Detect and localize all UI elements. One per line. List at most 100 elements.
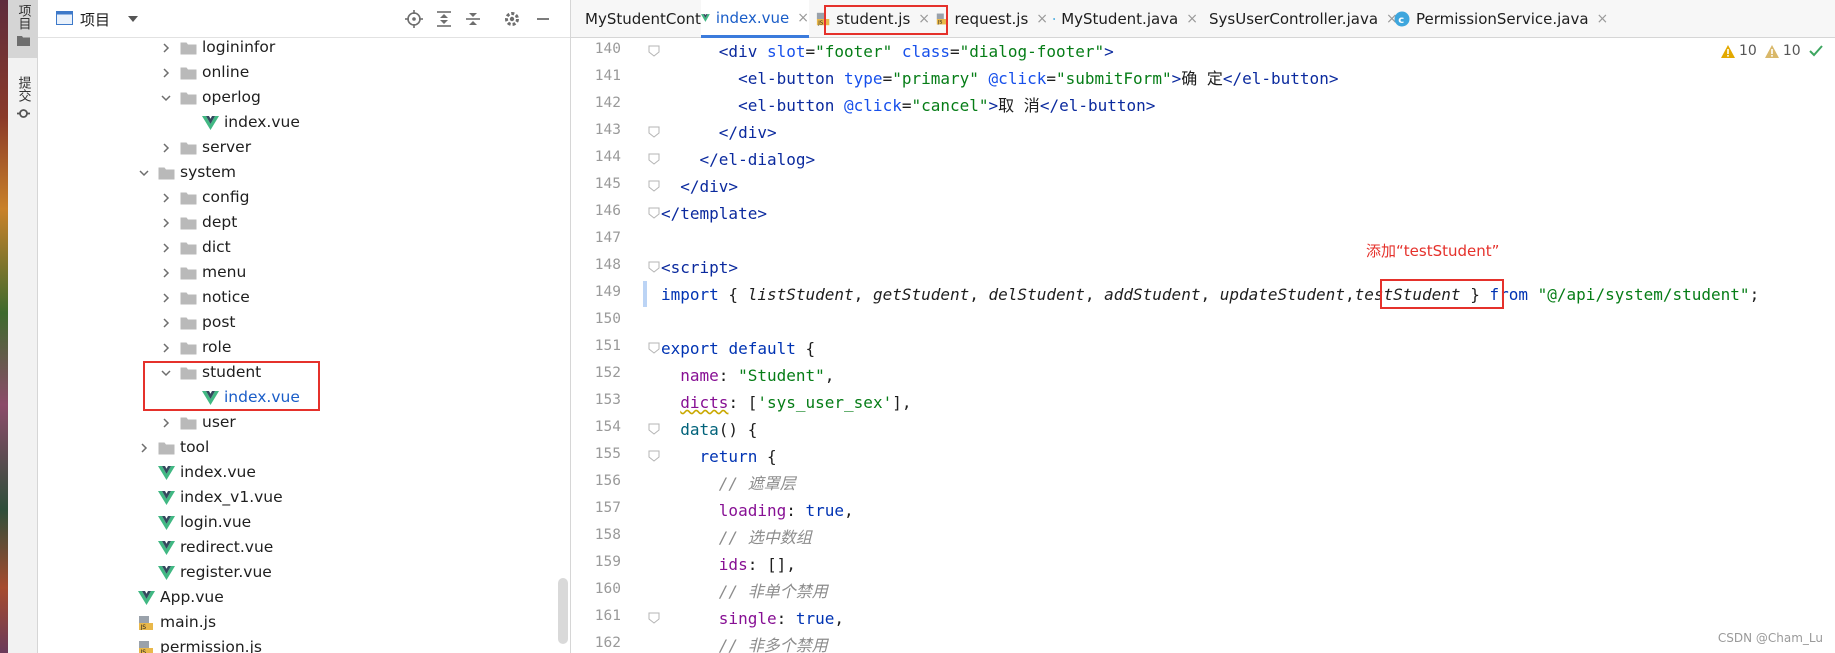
tree-item-label: operlog (202, 88, 261, 106)
folder-icon (180, 217, 197, 230)
line-number: 160 (594, 581, 621, 597)
line-number: 140 (594, 41, 621, 57)
code-line-160: // 非单个禁用 (718, 582, 828, 601)
tree-item[interactable]: config (38, 186, 558, 210)
chevron-right-icon[interactable] (160, 317, 172, 329)
tree-item[interactable]: register.vue (38, 561, 558, 585)
tree-item[interactable]: login.vue (38, 511, 558, 535)
locate-file-button[interactable] (403, 8, 425, 30)
tree-item[interactable]: online (38, 61, 558, 85)
chevron-down-icon[interactable] (138, 167, 150, 179)
tree-item[interactable]: server (38, 136, 558, 160)
code-area[interactable]: <div slot="footer" class="dialog-footer"… (661, 38, 1831, 653)
tree-item[interactable]: dict (38, 236, 558, 260)
fold-marker-icon[interactable] (648, 450, 660, 462)
chevron-down-icon[interactable] (127, 14, 139, 24)
js-file-icon: JS (139, 616, 153, 630)
tree-item-label: logininfor (202, 38, 276, 56)
editor-tab-label: request.js (954, 10, 1029, 28)
editor-tab[interactable]: cSysUserController.java× (1203, 0, 1398, 38)
hide-panel-button[interactable] (532, 8, 554, 30)
close-icon[interactable]: × (1597, 11, 1609, 27)
code-line-142: <el-button @click="cancel">取 消</el-butto… (738, 96, 1156, 115)
chevron-right-icon[interactable] (160, 192, 172, 204)
fold-marker-icon[interactable] (648, 153, 660, 165)
fold-marker-icon[interactable] (648, 612, 660, 624)
folder-icon (180, 142, 197, 155)
chevron-right-icon[interactable] (160, 217, 172, 229)
tree-item[interactable]: system (38, 161, 558, 185)
tree-scrollbar[interactable] (558, 578, 568, 644)
chevron-right-icon[interactable] (160, 292, 172, 304)
chevron-down-icon[interactable] (160, 92, 172, 104)
tree-item[interactable]: index.vue (38, 461, 558, 485)
tree-item[interactable]: notice (38, 286, 558, 310)
folder-icon (180, 92, 197, 105)
fold-marker-icon[interactable] (648, 423, 660, 435)
tree-item[interactable]: redirect.vue (38, 536, 558, 560)
chevron-right-icon[interactable] (160, 42, 172, 54)
fold-marker-icon[interactable] (648, 342, 660, 354)
code-line-140: <div slot="footer" class="dialog-footer"… (718, 42, 1114, 61)
chevron-right-icon[interactable] (160, 267, 172, 279)
line-number: 141 (594, 68, 621, 84)
tree-item[interactable]: JS permission.js (38, 636, 558, 653)
code-line-141: <el-button type="primary" @click="submit… (738, 69, 1339, 88)
fold-marker-icon[interactable] (648, 126, 660, 138)
tree-item[interactable]: logininfor (38, 36, 558, 60)
chevron-right-icon[interactable] (138, 442, 150, 454)
folder-icon (158, 167, 175, 180)
editor-tab[interactable]: JS request.js × (936, 0, 1048, 38)
tree-item-label: post (202, 313, 236, 331)
project-panel-header: 项目 (38, 0, 570, 38)
tree-item[interactable]: dept (38, 211, 558, 235)
close-icon[interactable]: × (1036, 11, 1048, 27)
line-number: 152 (594, 365, 621, 381)
chevron-right-icon[interactable] (160, 242, 172, 254)
editor-tab[interactable]: c MyStudent.java × (1053, 0, 1198, 38)
panel-settings-button[interactable] (501, 8, 523, 30)
chevron-right-icon[interactable] (160, 342, 172, 354)
line-number: 150 (594, 311, 621, 327)
tree-item[interactable]: operlog (38, 86, 558, 110)
chevron-right-icon[interactable] (160, 417, 172, 429)
tree-item[interactable]: index_v1.vue (38, 486, 558, 510)
tree-item[interactable]: role (38, 336, 558, 360)
fold-marker-icon[interactable] (648, 261, 660, 273)
tree-item[interactable]: tool (38, 436, 558, 460)
tree-item-label: index.vue (224, 113, 300, 131)
chevron-right-icon[interactable] (160, 142, 172, 154)
check-icon (1808, 45, 1823, 57)
code-line-151: export default { (661, 339, 816, 358)
editor-tab[interactable]: index.vue × (701, 0, 809, 38)
fold-marker-icon[interactable] (648, 180, 660, 192)
collapse-all-icon (466, 13, 480, 25)
code-line-161: single: true, (718, 609, 845, 628)
expand-all-icon (437, 11, 451, 27)
code-line-148: <script> (661, 258, 739, 277)
tree-item[interactable]: JS main.js (38, 611, 558, 635)
tree-item[interactable]: menu (38, 261, 558, 285)
svg-text:JS: JS (140, 624, 147, 630)
tree-item[interactable]: post (38, 311, 558, 335)
fold-marker-icon[interactable] (648, 207, 660, 219)
fold-marker-icon[interactable] (648, 45, 660, 57)
inspection-widget[interactable]: 10 10 (1721, 43, 1827, 59)
close-icon[interactable]: × (1186, 11, 1198, 27)
line-number: 154 (594, 419, 621, 435)
expand-all-button[interactable] (433, 8, 455, 30)
collapse-all-button[interactable] (462, 8, 484, 30)
line-number: 162 (594, 635, 621, 651)
project-tool-tab[interactable]: 项目 (8, 0, 38, 58)
chevron-right-icon[interactable] (160, 67, 172, 79)
close-icon[interactable]: × (797, 10, 809, 26)
folder-icon (16, 36, 30, 46)
editor-tab[interactable]: c PermissionService.java × (1394, 0, 1622, 38)
folder-icon (180, 342, 197, 355)
code-line-154: data() { (680, 420, 758, 439)
tree-item[interactable]: App.vue (38, 586, 558, 610)
tree-item[interactable]: user (38, 411, 558, 435)
tree-item[interactable]: index.vue (38, 111, 558, 135)
commit-tool-tab[interactable]: 提交 (8, 72, 38, 132)
svg-text:JS: JS (817, 20, 824, 26)
